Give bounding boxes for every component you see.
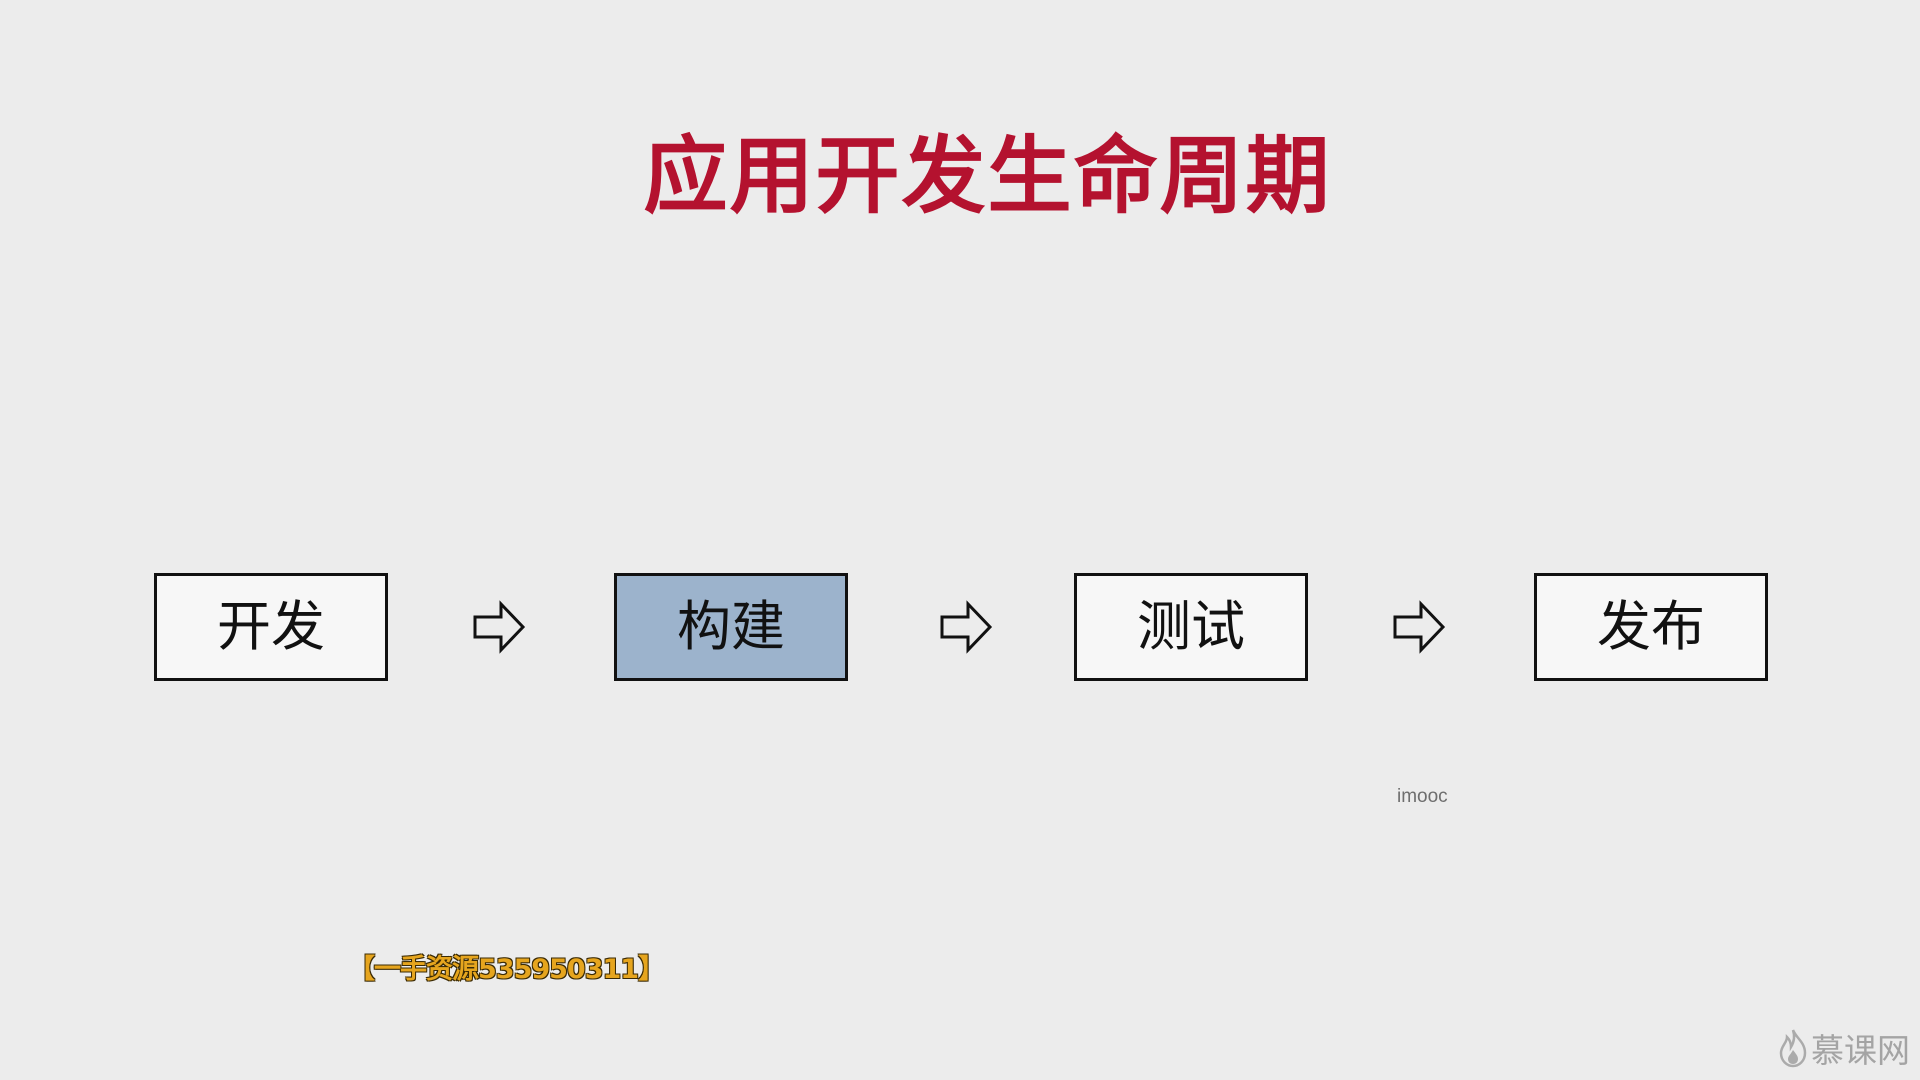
- promo-watermark: 【一手资源535950311】: [348, 954, 665, 985]
- flow-step-develop: 开发: [154, 573, 388, 681]
- right-arrow-icon: [940, 600, 993, 654]
- flow-step-build: 构建: [614, 573, 848, 681]
- flame-logo-icon: [1779, 1029, 1807, 1068]
- slide-title: 应用开发生命周期: [643, 127, 1332, 225]
- flow-step-label: 开发: [217, 595, 325, 658]
- brand-watermark: 慕课网: [1779, 1024, 1910, 1072]
- right-arrow-icon: [473, 600, 526, 654]
- flow-step-label: 构建: [677, 595, 785, 658]
- brand-name: 慕课网: [1811, 1031, 1910, 1070]
- right-arrow-icon: [1393, 600, 1446, 654]
- flow-step-label: 测试: [1137, 595, 1245, 658]
- flow-step-test: 测试: [1074, 573, 1308, 681]
- imooc-watermark: imooc: [1397, 786, 1448, 807]
- flow-step-release: 发布: [1534, 573, 1768, 681]
- flow-step-label: 发布: [1597, 595, 1705, 658]
